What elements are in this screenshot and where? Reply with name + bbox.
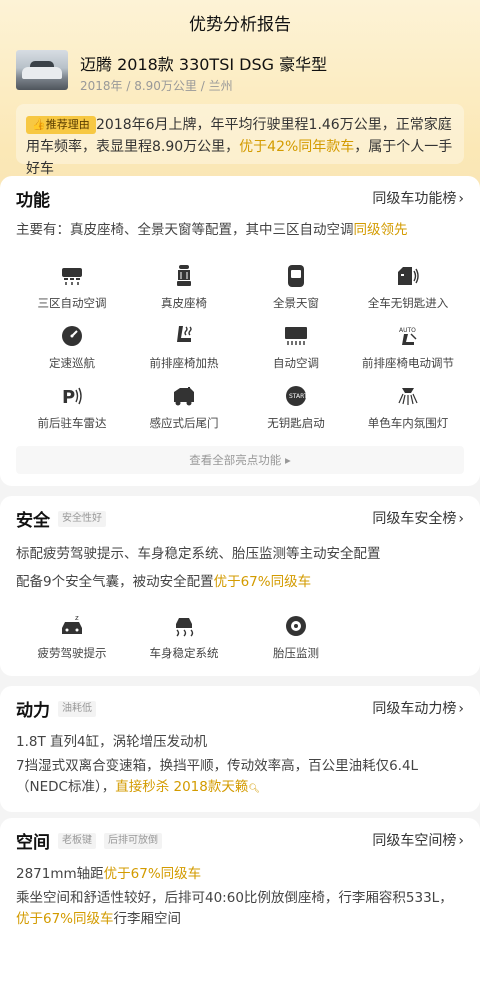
function-rank-link[interactable]: 同级车功能榜 › [372, 188, 464, 208]
section-title: 动力 [16, 701, 50, 721]
safety-feature-item[interactable]: z 疲劳驾驶提示 [16, 614, 128, 672]
function-feature-item[interactable]: 三区自动空调 [16, 264, 128, 322]
power-line2: 7挡湿式双离合变速箱，换挡平顺，传动效率高，百公里油耗仅6.4L（NEDC标准）… [16, 758, 419, 795]
svg-text:AUTO: AUTO [399, 327, 416, 334]
car-summary[interactable]: 迈腾 2018款 330TSI DSG 豪华型 2018年 / 8.90万公里 … [16, 50, 464, 96]
seat-adjust-icon: AUTO [396, 324, 420, 348]
feature-label: 前后驻车雷达 [37, 416, 107, 430]
feature-label: 前排座椅电动调节 [362, 356, 454, 370]
ambient-light-icon [396, 384, 420, 408]
feature-label: 自动空调 [273, 356, 319, 370]
seat-heat-icon [172, 324, 196, 348]
stability-icon [172, 614, 196, 638]
safety-feature-item[interactable]: 胎压监测 [240, 614, 352, 672]
safety-feature-grid: z 疲劳驾驶提示 车身稳定系统 胎压监测 [16, 614, 464, 674]
safety-rank-link[interactable]: 同级车安全榜 › [372, 508, 464, 528]
space-tag-1: 老板键 [58, 833, 96, 849]
push-start-icon: START [284, 384, 308, 408]
safety-card: 安全 安全性好 同级车安全榜 › 标配疲劳驾驶提示、车身稳定系统、胎压监测等主动安… [0, 496, 480, 676]
sunroof-icon [284, 264, 308, 288]
space-rank-link[interactable]: 同级车空间榜 › [372, 830, 464, 850]
car-name: 迈腾 2018款 330TSI DSG 豪华型 [80, 55, 328, 74]
space-card: 空间 老板键 后排可放倒 同级车空间榜 › 2871mm轴距优于67%同级车 乘坐… [0, 818, 480, 986]
feature-label: 全车无钥匙进入 [367, 296, 449, 310]
page-title: 优势分析报告 [189, 15, 291, 35]
tire-pressure-icon [284, 614, 308, 638]
keyless-entry-icon [396, 264, 420, 288]
feature-label: 单色车内氛围灯 [367, 416, 449, 430]
chevron-right-icon: › [458, 191, 464, 207]
chevron-right-icon: › [458, 833, 464, 849]
function-feature-item[interactable]: START 无钥匙启动 [240, 384, 352, 442]
function-feature-item[interactable]: 定速巡航 [16, 324, 128, 382]
function-header: 功能 同级车功能榜 › [16, 186, 464, 211]
recommend-reason: 2018年6月上牌，年平均行驶里程1.46万公里，正常家庭用车频率，表显里程8.… [16, 104, 464, 177]
leather-seat-icon [172, 264, 196, 288]
svg-text:START: START [289, 393, 308, 400]
space-header: 空间 老板键 后排可放倒 同级车空间榜 › [16, 828, 464, 853]
chevron-right-icon: › [458, 701, 464, 717]
reason-highlight: 优于42%同年款车 [239, 139, 355, 155]
safety-tag: 安全性好 [58, 511, 106, 527]
compare-link[interactable]: 直接秒杀 2018款天籁🔍︎ [115, 779, 260, 795]
power-card: 动力 油耗低 同级车动力榜 › 1.8T 直列4缸，涡轮增压发动机 7挡湿式双离合… [0, 686, 480, 812]
feature-label: 无钥匙启动 [267, 416, 325, 430]
function-feature-item[interactable]: 全景天窗 [240, 264, 352, 322]
search-icon: 🔍︎ [248, 784, 260, 794]
view-all-features-button[interactable]: 查看全部亮点功能 ▸ [16, 446, 464, 474]
safety-header: 安全 安全性好 同级车安全榜 › [16, 506, 464, 531]
function-feature-item[interactable]: 全车无钥匙进入 [352, 264, 464, 322]
parking-radar-icon: P [60, 384, 84, 408]
auto-ac-icon [284, 324, 308, 348]
function-feature-item[interactable]: 前排座椅加热 [128, 324, 240, 382]
function-feature-item[interactable]: AUTO 前排座椅电动调节 [352, 324, 464, 382]
safety-line2: 配备9个安全气囊，被动安全配置优于67%同级车 [16, 574, 312, 590]
power-header: 动力 油耗低 同级车动力榜 › [16, 696, 464, 721]
svg-text:z: z [75, 614, 79, 622]
feature-label: 定速巡航 [49, 356, 95, 370]
section-title: 功能 [16, 191, 50, 211]
function-feature-item[interactable]: 自动空调 [240, 324, 352, 382]
function-feature-grid: 三区自动空调 真皮座椅 全景天窗 全车无钥匙进入定速巡航 前排座椅加热 自动空调 AUTO 前… [16, 264, 464, 444]
triangle-right-icon: ▸ [284, 453, 291, 467]
feature-label: 全景天窗 [273, 296, 319, 310]
reason-tag: 👍推荐理由 [26, 116, 96, 134]
feature-label: 三区自动空调 [37, 296, 107, 310]
safety-feature-item[interactable]: 车身稳定系统 [128, 614, 240, 672]
car-meta: 2018年 / 8.90万公里 / 兰州 [80, 79, 233, 93]
feature-label: 车身稳定系统 [149, 646, 219, 660]
space-tag-2: 后排可放倒 [104, 833, 162, 849]
section-title: 空间 [16, 833, 50, 853]
function-feature-item[interactable]: 真皮座椅 [128, 264, 240, 322]
function-card: 功能 同级车功能榜 › 主要有：真皮座椅、全景天窗等配置，其中三区自动空调同级领先… [0, 176, 480, 486]
car-thumbnail [16, 50, 68, 90]
tailgate-icon [172, 384, 196, 408]
power-rank-link[interactable]: 同级车动力榜 › [372, 698, 464, 718]
cruise-icon [60, 324, 84, 348]
feature-label: 胎压监测 [273, 646, 319, 660]
fatigue-icon: z [60, 614, 84, 638]
section-title: 安全 [16, 511, 50, 531]
ac-icon [60, 264, 84, 288]
svg-text:P: P [62, 387, 75, 408]
feature-label: 前排座椅加热 [149, 356, 219, 370]
function-desc: 主要有：真皮座椅、全景天窗等配置，其中三区自动空调同级领先 [16, 222, 408, 238]
feature-label: 真皮座椅 [161, 296, 207, 310]
feature-label: 疲劳驾驶提示 [37, 646, 107, 660]
function-feature-item[interactable]: 单色车内氛围灯 [352, 384, 464, 442]
function-feature-item[interactable]: 感应式后尾门 [128, 384, 240, 442]
power-tag: 油耗低 [58, 701, 96, 717]
chevron-right-icon: › [458, 511, 464, 527]
feature-label: 感应式后尾门 [149, 416, 219, 430]
space-line2: 乘坐空间和舒适性较好，后排可40:60比例放倒座椅，行李厢容积533L，优于67… [16, 890, 453, 927]
safety-line1: 标配疲劳驾驶提示、车身稳定系统、胎压监测等主动安全配置 [16, 546, 381, 562]
power-line1: 1.8T 直列4缸，涡轮增压发动机 [16, 734, 208, 750]
function-feature-item[interactable]: P 前后驻车雷达 [16, 384, 128, 442]
space-line1: 2871mm轴距优于67%同级车 [16, 866, 202, 882]
thumb-up-icon: 👍 [32, 118, 46, 131]
